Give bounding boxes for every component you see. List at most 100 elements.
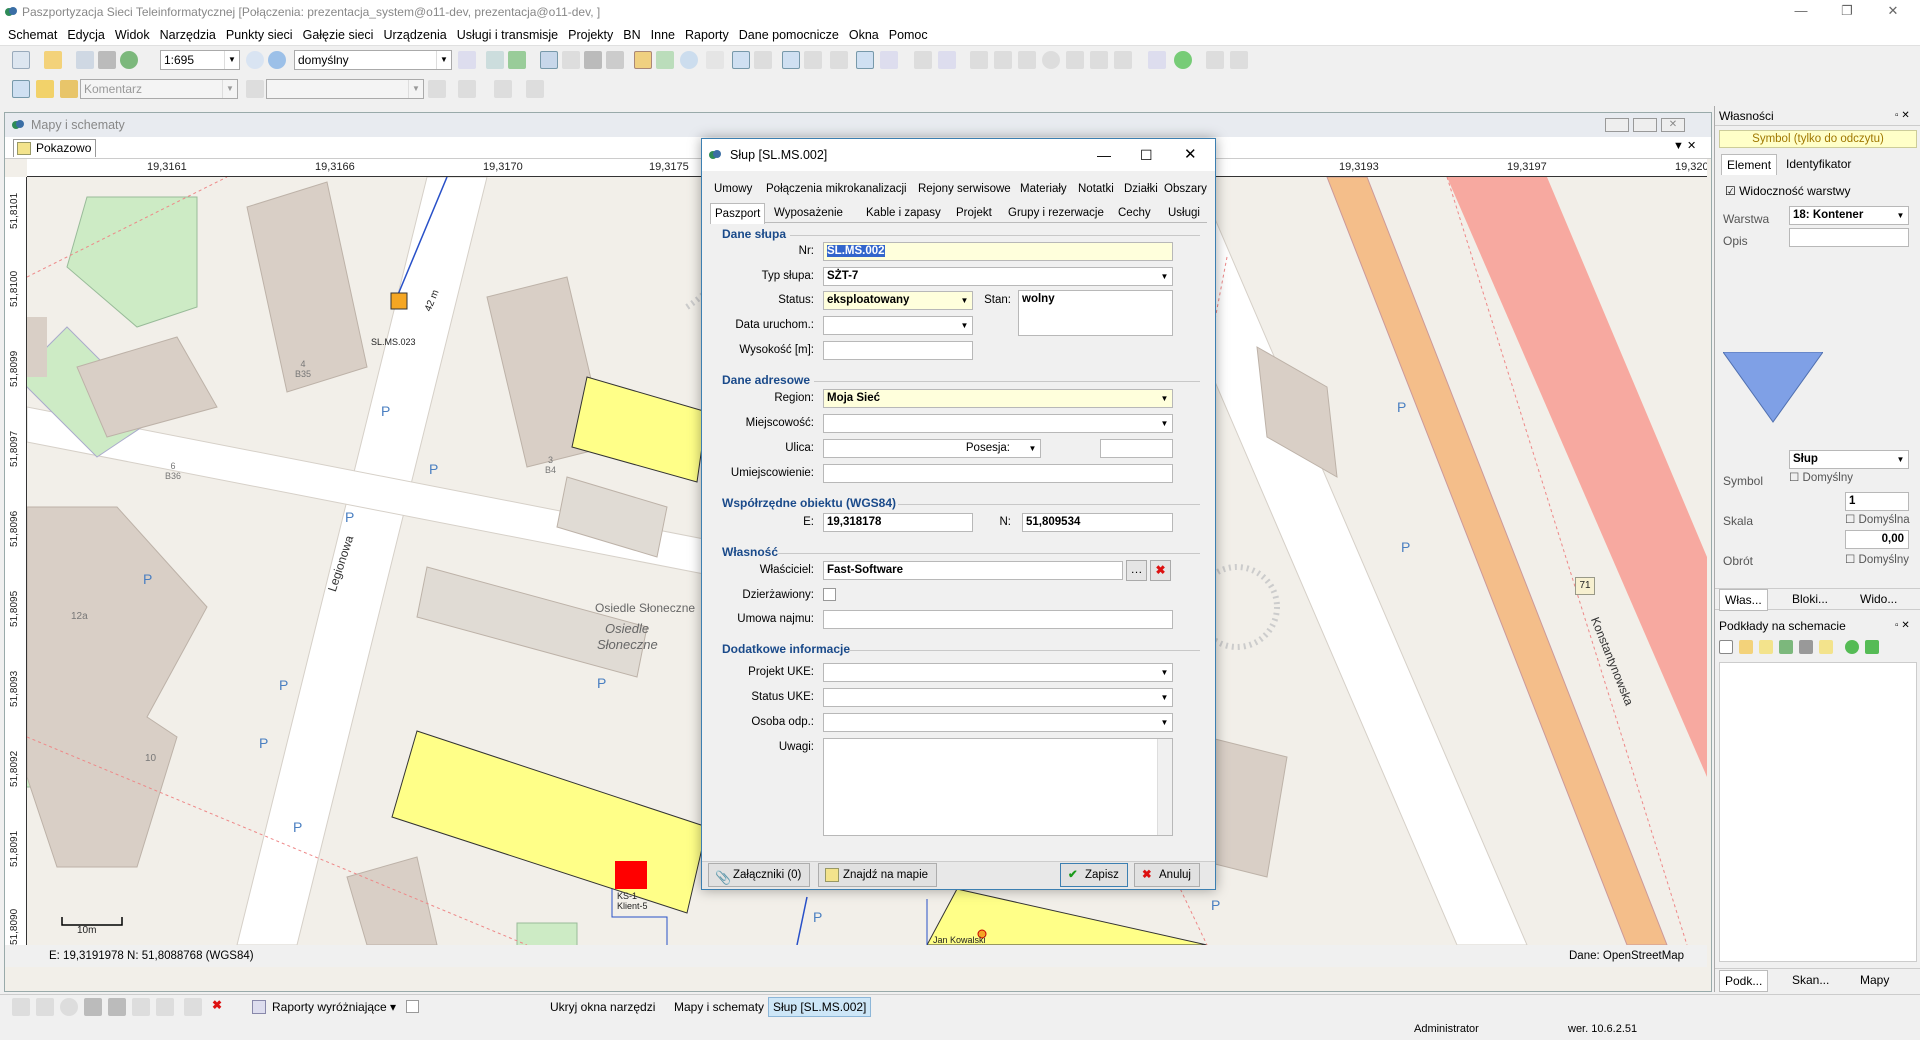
- tab-obszary[interactable]: Obszary: [1160, 179, 1211, 199]
- menu-widok[interactable]: Widok: [110, 24, 155, 46]
- state-textarea[interactable]: wolny: [1018, 290, 1173, 336]
- find-on-map-button[interactable]: Znajdź na mapie: [818, 863, 938, 887]
- add-map-icon[interactable]: [1759, 640, 1773, 654]
- image-icon[interactable]: [656, 51, 674, 69]
- cancel-button[interactable]: ✖ Anuluj: [1134, 863, 1200, 887]
- save-button[interactable]: ✔ Zapisz: [1060, 863, 1128, 887]
- owner-field[interactable]: Fast-Software: [823, 561, 1123, 580]
- tool1-icon[interactable]: [970, 51, 988, 69]
- project-uke-select[interactable]: ▼: [823, 663, 1173, 682]
- menu-punkty[interactable]: Punkty sieci: [221, 24, 298, 46]
- tab-grupy[interactable]: Grupy i rezerwacje: [1004, 203, 1108, 223]
- map-minimize-button[interactable]: [1605, 118, 1629, 132]
- owner-clear-button[interactable]: ✖: [1150, 560, 1171, 581]
- toggle-checkbox[interactable]: [406, 1000, 419, 1013]
- tool2-icon[interactable]: [994, 51, 1012, 69]
- scale-field[interactable]: 1: [1845, 492, 1909, 511]
- tab-podklady[interactable]: Podk...: [1719, 970, 1769, 992]
- height-field[interactable]: [823, 341, 973, 360]
- new-icon[interactable]: [12, 51, 30, 69]
- pole-marker[interactable]: [390, 292, 408, 310]
- line-icon[interactable]: [428, 80, 446, 98]
- menu-dane[interactable]: Dane pomocnicze: [734, 24, 844, 46]
- podklady-list[interactable]: [1719, 662, 1917, 962]
- tree-icon[interactable]: [1865, 640, 1879, 654]
- close-x-icon[interactable]: ▼ ✕: [1673, 139, 1696, 152]
- menu-narzedzia[interactable]: Narzędzia: [155, 24, 221, 46]
- lock-icon[interactable]: [562, 51, 580, 69]
- print-icon[interactable]: [98, 51, 116, 69]
- tab-wyposazenie[interactable]: Wyposażenie: [770, 203, 847, 223]
- reports-button[interactable]: Raporty wyróżniające ▾: [252, 997, 396, 1017]
- refresh-icon[interactable]: [120, 51, 138, 69]
- table-icon[interactable]: [706, 51, 724, 69]
- tab-widoki[interactable]: Wido...: [1855, 589, 1902, 609]
- tab-pokazowo[interactable]: Pokazowo: [13, 139, 97, 157]
- minimize-button[interactable]: —: [1778, 0, 1824, 24]
- tab-skany[interactable]: Skan...: [1787, 970, 1834, 990]
- add-folder-icon[interactable]: [1739, 640, 1753, 654]
- scale-combo[interactable]: 1:695 ▼: [160, 50, 240, 70]
- window-tab-maps[interactable]: Mapy i schematy: [672, 997, 766, 1017]
- tab-identyfikator[interactable]: Identyfikator: [1781, 154, 1856, 174]
- symbol-default-check[interactable]: ☐ Domyślny: [1789, 470, 1853, 484]
- date-picker[interactable]: ▼: [823, 316, 973, 335]
- desc-field[interactable]: [1789, 228, 1909, 247]
- zoom-in-icon[interactable]: [268, 51, 286, 69]
- delete-red-icon[interactable]: ✖: [208, 998, 226, 1016]
- add-layer-icon[interactable]: [1779, 640, 1793, 654]
- circle-icon[interactable]: [60, 998, 78, 1016]
- globe-icon[interactable]: [1174, 51, 1192, 69]
- property-field[interactable]: [1100, 439, 1173, 458]
- layers-icon[interactable]: [458, 51, 476, 69]
- window-tab-pole[interactable]: Słup [SL.MS.002]: [768, 997, 872, 1017]
- tab-dzialki[interactable]: Działki: [1120, 179, 1162, 199]
- select-icon[interactable]: [606, 51, 624, 69]
- tool3-icon[interactable]: [1042, 51, 1060, 69]
- person-icon[interactable]: [1206, 51, 1224, 69]
- align-icon[interactable]: [782, 51, 800, 69]
- tab-paszport[interactable]: Paszport: [710, 203, 766, 224]
- expand-icon[interactable]: [880, 51, 898, 69]
- pin-icon[interactable]: ▫ ✕: [1895, 106, 1910, 126]
- grid-icon[interactable]: [540, 51, 558, 69]
- dialog-close-button[interactable]: ✕: [1184, 139, 1197, 171]
- chain-icon[interactable]: [494, 80, 512, 98]
- menu-pomoc[interactable]: Pomoc: [884, 24, 933, 46]
- font-combo[interactable]: ▼: [266, 79, 424, 99]
- hide-tools-button[interactable]: Ukryj okna narzędzi: [550, 997, 655, 1017]
- lock2-icon[interactable]: [246, 80, 264, 98]
- tab-notatki[interactable]: Notatki: [1074, 179, 1118, 199]
- map-restore-button[interactable]: [1633, 118, 1657, 132]
- pole-type-select[interactable]: SŻT-7 ▼: [823, 267, 1173, 286]
- pen-icon[interactable]: [60, 80, 78, 98]
- measure-icon[interactable]: [856, 51, 874, 69]
- restore-button[interactable]: ❐: [1824, 0, 1870, 24]
- tab-projekt[interactable]: Projekt: [952, 203, 996, 223]
- leased-checkbox[interactable]: [823, 588, 836, 601]
- tab-materialy[interactable]: Materiały: [1016, 179, 1071, 199]
- scale-default-check[interactable]: ☐ Domyślna: [1845, 512, 1910, 526]
- refresh-icon[interactable]: [1845, 640, 1859, 654]
- tab-rejony[interactable]: Rejony serwisowe: [914, 179, 1015, 199]
- visibility-row[interactable]: ☑ Widoczność warstwy: [1725, 184, 1850, 198]
- dialog-minimize-button[interactable]: —: [1097, 139, 1111, 171]
- client-marker[interactable]: [615, 861, 647, 889]
- align2-icon[interactable]: [804, 51, 822, 69]
- square2-icon[interactable]: [108, 998, 126, 1016]
- close-button[interactable]: ✕: [1870, 0, 1916, 24]
- city-select[interactable]: ▼: [823, 414, 1173, 433]
- diagram-icon[interactable]: [754, 51, 772, 69]
- open-folder-icon[interactable]: [44, 51, 62, 69]
- pointer-icon[interactable]: [12, 80, 30, 98]
- info-icon[interactable]: [680, 51, 698, 69]
- notes-scrollbar[interactable]: [1157, 739, 1172, 835]
- pencil-icon[interactable]: [36, 80, 54, 98]
- binoculars-icon[interactable]: [584, 51, 602, 69]
- person2-icon[interactable]: [1230, 51, 1248, 69]
- menu-raporty[interactable]: Raporty: [680, 24, 734, 46]
- dialog-maximize-button[interactable]: ☐: [1140, 139, 1153, 171]
- draw-icon[interactable]: [12, 998, 30, 1016]
- menu-bn[interactable]: BN: [618, 24, 645, 46]
- menu-uslugi[interactable]: Usługi i transmisje: [452, 24, 563, 46]
